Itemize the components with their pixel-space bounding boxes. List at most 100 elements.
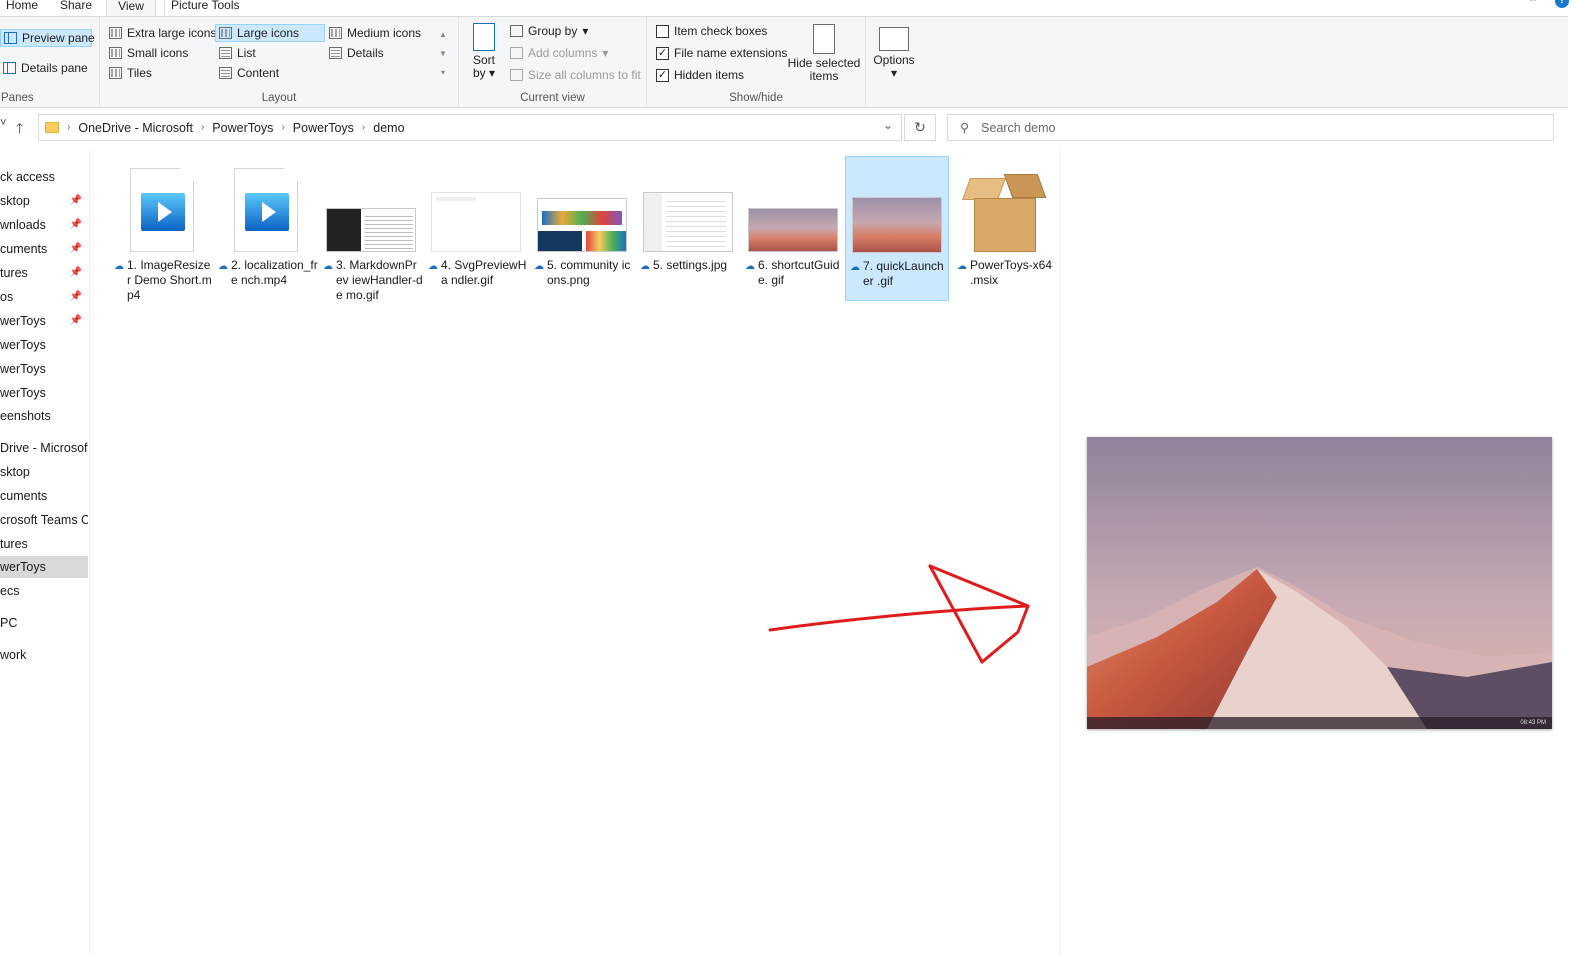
mountain-wallpaper — [1087, 437, 1552, 729]
breadcrumb-separator-icon[interactable]: › — [281, 122, 284, 133]
small-icons-button[interactable]: Small icons — [106, 44, 191, 62]
hide-selected-items-button[interactable]: Hide selected items — [787, 24, 861, 83]
sidebar-item-quick-access[interactable]: ck access — [0, 166, 88, 188]
cloud-icon: ☁ — [534, 261, 544, 272]
sidebar-item-videos[interactable]: os 📌 — [0, 286, 88, 308]
minimize-ribbon-icon[interactable]: ⌃ — [1528, 0, 1538, 10]
sidebar-item-powertoys-3[interactable]: werToys — [0, 358, 88, 380]
preview-pane-divider[interactable] — [1060, 150, 1061, 954]
image-thumbnail — [431, 192, 521, 252]
up-arrow-icon[interactable]: 🡑 — [16, 118, 23, 142]
sidebar-item-od-desktop[interactable]: sktop — [0, 461, 88, 483]
breadcrumb-separator-icon[interactable]: › — [201, 122, 204, 133]
image-thumbnail — [852, 197, 942, 253]
package-box-icon — [961, 170, 1047, 252]
sidebar-item-powertoys[interactable]: werToys 📌 — [0, 310, 88, 332]
sidebar-item-od-powertoys[interactable]: werToys — [0, 556, 88, 578]
options-button[interactable]: Options ▾ — [870, 27, 918, 80]
large-icons-button[interactable]: Large icons — [215, 24, 325, 42]
file-item[interactable]: ☁ 5. settings.jpg — [636, 156, 740, 274]
preview-pane-button[interactable]: Preview pane — [0, 29, 95, 47]
breadcrumb-separator-icon[interactable]: › — [67, 122, 70, 133]
file-item-selected[interactable]: ☁ 7. quickLauncher .gif — [845, 156, 949, 301]
tab-view[interactable]: View — [106, 0, 156, 16]
sidebar-item-teams-chat[interactable]: crosoft Teams Ch — [0, 509, 88, 531]
list-button[interactable]: List — [216, 44, 259, 62]
file-item[interactable]: ☁ 2. localization_fre nch.mp4 — [214, 156, 318, 288]
details-icon — [329, 47, 342, 59]
breadcrumb-powertoys-2[interactable]: PowerToys — [293, 121, 354, 135]
cloud-icon: ☁ — [745, 261, 755, 272]
sidebar-item-od-pictures[interactable]: tures — [0, 533, 88, 555]
breadcrumb-onedrive[interactable]: OneDrive - Microsoft — [78, 121, 193, 135]
details-pane-button[interactable]: Details pane — [0, 59, 91, 77]
search-icon: ⚲ — [960, 121, 970, 135]
cloud-icon: ☁ — [850, 262, 860, 273]
tiles-button[interactable]: Tiles — [106, 64, 155, 82]
sidebar-item-pictures[interactable]: tures 📌 — [0, 262, 88, 284]
size-columns-button[interactable]: Size all columns to fit — [507, 66, 644, 84]
breadcrumb-separator-icon[interactable]: › — [362, 122, 365, 133]
hide-selected-icon — [813, 24, 835, 54]
search-box[interactable]: ⚲ Search demo — [947, 114, 1554, 141]
show-hide-label: Show/hide — [729, 92, 783, 104]
file-name-extensions-toggle[interactable]: ✓ File name extensions — [653, 44, 790, 62]
tab-picture-tools[interactable]: Picture Tools — [164, 0, 245, 16]
file-item[interactable]: ☁ 6. shortcutGuide. gif — [741, 156, 845, 288]
cloud-icon: ☁ — [218, 261, 228, 272]
sort-by-button[interactable]: Sort by ▾ — [469, 23, 499, 80]
file-item[interactable]: ☁ PowerToys-x64 .msix — [953, 156, 1057, 288]
tiles-icon — [109, 67, 122, 79]
sidebar-item-this-pc[interactable]: PC — [0, 612, 88, 634]
sidebar-item-od-documents[interactable]: cuments — [0, 485, 88, 507]
options-icon — [879, 27, 909, 51]
sidebar-item-powertoys-2[interactable]: werToys — [0, 334, 88, 356]
hidden-items-toggle[interactable]: ✓ Hidden items — [653, 66, 747, 84]
cloud-icon: ☁ — [114, 261, 124, 272]
breadcrumb-demo[interactable]: demo — [373, 121, 404, 135]
image-thumbnail — [643, 192, 733, 252]
sidebar-item-screenshots[interactable]: eenshots — [0, 405, 88, 427]
help-icon[interactable]: ? — [1555, 0, 1569, 8]
file-item[interactable]: ☁ 5. community icons.png — [530, 156, 634, 288]
hidden-items-checkbox[interactable]: ✓ — [656, 68, 669, 82]
sidebar-item-downloads[interactable]: wnloads 📌 — [0, 214, 88, 236]
group-by-icon — [510, 25, 523, 37]
recent-locations-icon[interactable]: ˅ — [0, 117, 6, 129]
preview-taskbar: 08:43 PM — [1087, 717, 1552, 729]
sidebar-item-specs[interactable]: ecs — [0, 580, 88, 602]
medium-icons-button[interactable]: Medium icons — [326, 24, 424, 42]
file-item[interactable]: ☁ 3. MarkdownPrev iewHandler-de mo.gif — [319, 156, 423, 303]
sidebar-item-documents[interactable]: cuments 📌 — [0, 238, 88, 260]
ribbon: Preview pane Details pane Panes Extra la… — [0, 16, 1568, 108]
pin-icon: 📌 — [69, 267, 82, 278]
refresh-icon[interactable]: ↻ — [904, 114, 936, 141]
sidebar-item-powertoys-4[interactable]: werToys — [0, 382, 88, 404]
address-dropdown-icon[interactable]: ⌄ — [883, 118, 893, 132]
cloud-icon: ☁ — [428, 261, 438, 272]
panes-label: Panes — [1, 92, 34, 104]
search-input[interactable]: Search demo — [981, 121, 1055, 135]
address-bar[interactable]: › OneDrive - Microsoft › PowerToys › Pow… — [38, 114, 902, 141]
sidebar-item-network[interactable]: work — [0, 644, 88, 666]
file-item[interactable]: ☁ 1. ImageResizer Demo Short.mp4 — [110, 156, 214, 303]
tab-share[interactable]: Share — [54, 0, 98, 16]
item-check-boxes-checkbox[interactable] — [656, 24, 669, 38]
item-check-boxes-toggle[interactable]: Item check boxes — [653, 22, 770, 40]
content-button[interactable]: Content — [216, 64, 282, 82]
file-item[interactable]: ☁ 4. SvgPreviewHa ndler.gif — [424, 156, 528, 288]
cloud-icon: ☁ — [957, 261, 967, 272]
tab-home[interactable]: Home — [0, 0, 44, 16]
sidebar-item-desktop[interactable]: sktop 📌 — [0, 190, 88, 212]
file-name-extensions-checkbox[interactable]: ✓ — [656, 46, 669, 60]
layout-scroll-arrows[interactable]: ▲ ▼ ▾ — [437, 25, 449, 83]
pin-icon: 📌 — [69, 315, 82, 326]
breadcrumb-powertoys[interactable]: PowerToys — [212, 121, 273, 135]
pin-icon: 📌 — [69, 243, 82, 254]
pin-icon: 📌 — [69, 195, 82, 206]
add-columns-button[interactable]: Add columns ▾ — [507, 44, 611, 62]
sidebar-item-onedrive[interactable]: Drive - Microsoft — [0, 437, 88, 459]
extra-large-icons-button[interactable]: Extra large icons — [106, 24, 219, 42]
group-by-button[interactable]: Group by ▾ — [507, 22, 591, 40]
details-button[interactable]: Details — [326, 44, 387, 62]
